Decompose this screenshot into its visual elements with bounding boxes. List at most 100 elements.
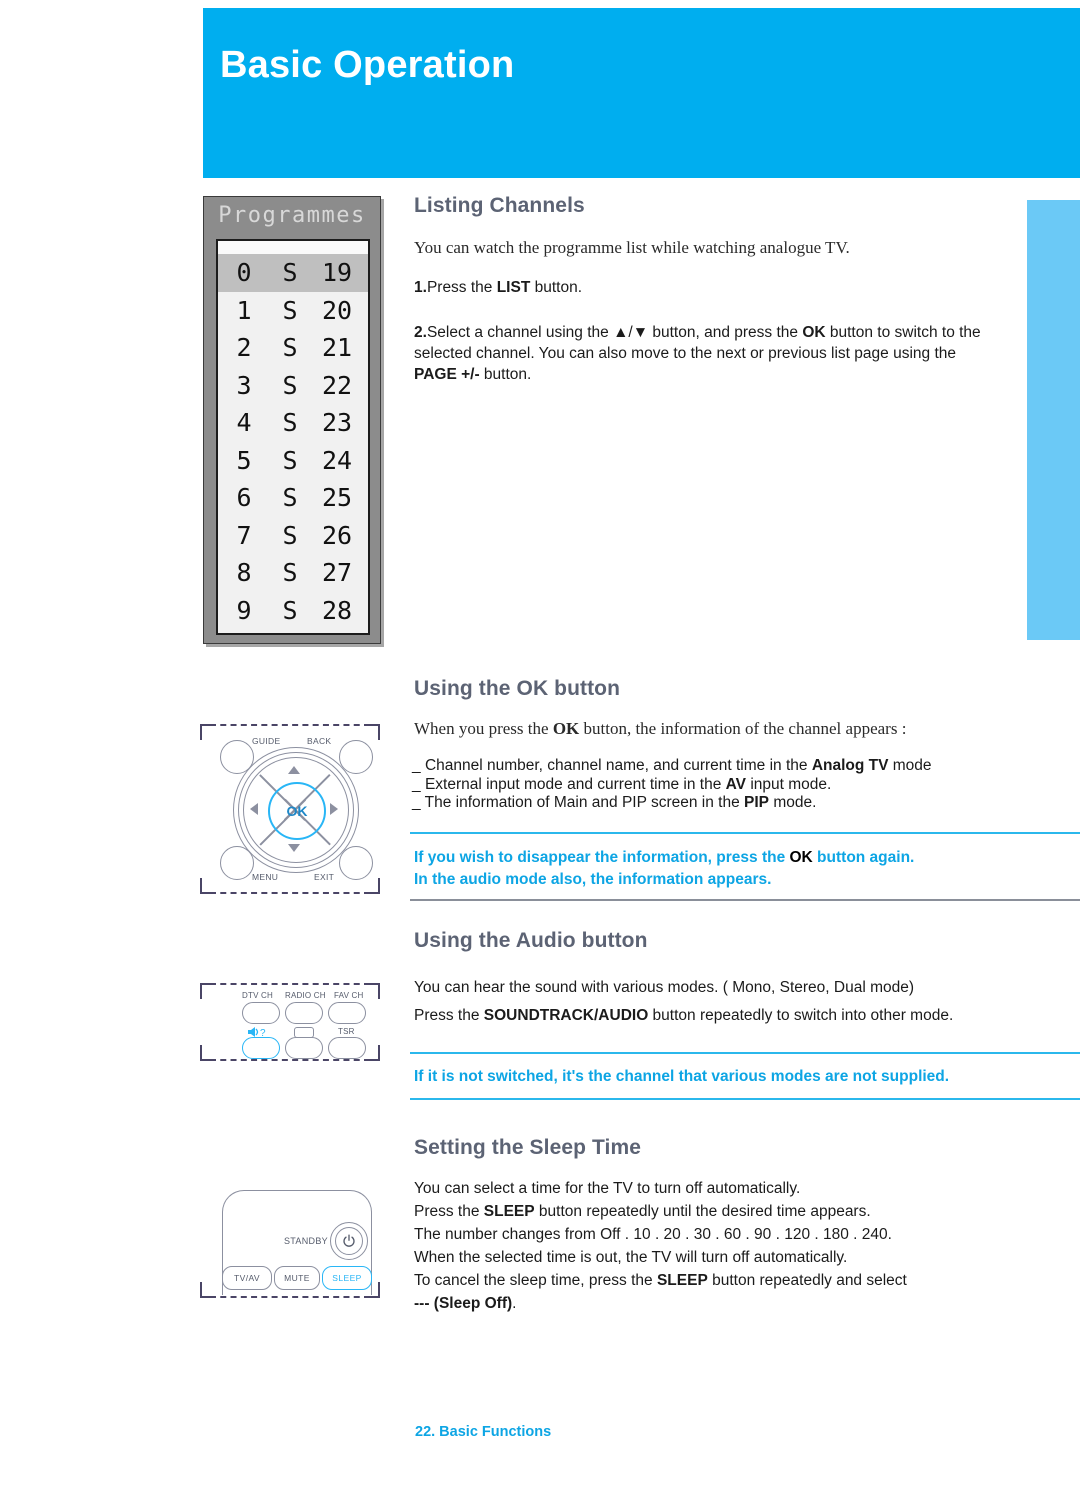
page-header-bar: [203, 8, 1080, 178]
programmes-list-item[interactable]: 3 S 22: [218, 367, 368, 405]
programme-channel: 22: [321, 370, 353, 400]
tsr-label: TSR: [338, 1027, 355, 1036]
ok-note-1b: button again.: [812, 849, 915, 866]
audio-note-divider-bottom: [410, 1098, 1080, 1100]
programme-channel: 24: [321, 445, 353, 475]
programme-type: S: [282, 558, 298, 588]
programmes-panel: Programmes 0 S 19 1 S 20 2 S 21 3 S 22 4…: [203, 196, 381, 644]
corner-bottom-left: [200, 878, 214, 894]
programme-number: 5: [236, 445, 252, 475]
programmes-list-item[interactable]: 6 S 25: [218, 479, 368, 517]
ok-bullet-text-a: Channel number, channel name, and curren…: [424, 757, 812, 774]
arrow-down-icon[interactable]: [288, 844, 300, 852]
corner-bottom-left: [200, 1045, 214, 1061]
radio-ch-button[interactable]: [285, 1002, 323, 1024]
fav-ch-label: FAV CH: [334, 991, 364, 1000]
back-label: BACK: [307, 736, 332, 746]
programme-type: S: [282, 445, 298, 475]
programmes-list-spacer: [218, 241, 368, 254]
audio-line2-key: SOUNDTRACK/AUDIO: [483, 1007, 649, 1024]
step-2-text-b: button, and press the: [648, 324, 803, 341]
corner-top-left: [200, 724, 214, 740]
exit-button[interactable]: [339, 846, 373, 880]
programme-type: S: [282, 370, 298, 400]
arrow-up-icon[interactable]: [288, 766, 300, 774]
programmes-list[interactable]: 0 S 19 1 S 20 2 S 21 3 S 22 4 S 23 5 S 2…: [216, 239, 370, 635]
ok-note-divider-bottom: [410, 899, 1080, 901]
step-1-text-a: Press the: [426, 279, 497, 296]
ok-button-note: If you wish to disappear the information…: [414, 847, 1074, 891]
ok-note-divider-top: [410, 832, 1080, 834]
ok-button[interactable]: OK: [268, 782, 326, 840]
mute-button[interactable]: MUTE: [274, 1266, 320, 1290]
speaker-question-icon: ?: [246, 1025, 274, 1039]
programme-type: S: [282, 408, 298, 438]
programmes-list-item[interactable]: 8 S 27: [218, 554, 368, 592]
step-2-number: 2.: [414, 324, 427, 341]
ok-bullet-text-a: External input mode and current time in …: [424, 775, 726, 793]
subtitle-button[interactable]: [285, 1037, 323, 1059]
navigation-pad: GUIDE BACK MENU EXIT OK: [218, 734, 373, 884]
programmes-list-item[interactable]: 7 S 26: [218, 517, 368, 555]
programme-channel: 25: [321, 483, 353, 513]
programme-channel: 20: [321, 295, 353, 325]
exit-label: EXIT: [314, 872, 335, 882]
audio-line2-b: button repeatedly to switch into other m…: [648, 1007, 954, 1024]
ok-bullet-bold: Analog TV: [811, 757, 889, 774]
ok-note-key: OK: [789, 849, 813, 866]
step-2-key-page: PAGE +/-: [414, 366, 480, 383]
dash-top: [210, 983, 370, 985]
bullet-dash-icon: _: [412, 775, 421, 793]
menu-label: MENU: [252, 872, 279, 882]
ok-button-heading: Using the OK button: [414, 677, 621, 700]
sleep-line5-a: To cancel the sleep time, press the: [414, 1272, 657, 1289]
audio-button[interactable]: [242, 1037, 280, 1059]
programme-type: S: [282, 258, 298, 288]
programmes-list-item[interactable]: 4 S 23: [218, 404, 368, 442]
audio-remote-diagram: DTV CH RADIO CH FAV CH ? TSR: [200, 983, 380, 1061]
sleep-line-6: --- (Sleep Off).: [414, 1295, 1034, 1313]
ok-bullet-bold: PIP: [744, 794, 770, 812]
audio-note: If it is not switched, it's the channel …: [414, 1068, 950, 1085]
bullet-dash-icon: _: [412, 757, 421, 774]
listing-channels-intro: You can watch the programme list while w…: [414, 238, 850, 257]
arrow-right-icon[interactable]: [330, 803, 338, 815]
corner-bottom-left: [200, 1282, 214, 1298]
programmes-list-item[interactable]: 1 S 20: [218, 292, 368, 330]
sleep-remote-diagram: STANDBY TV/AV MUTE SLEEP: [200, 1176, 380, 1298]
ok-note-line-2: In the audio mode also, the information …: [414, 871, 772, 888]
standby-button[interactable]: [330, 1222, 368, 1260]
programmes-list-item[interactable]: 2 S 21: [218, 329, 368, 367]
programmes-list-item[interactable]: 5 S 24: [218, 442, 368, 480]
fav-ch-button[interactable]: [328, 1002, 366, 1024]
corner-top-right: [366, 983, 380, 999]
tv-av-button[interactable]: TV/AV: [222, 1266, 272, 1290]
ok-intro-key: OK: [552, 719, 580, 738]
step-2-text-d: button.: [479, 366, 532, 383]
programme-type: S: [282, 520, 298, 550]
sleep-line-3: The number changes from Off . 10 . 20 . …: [414, 1226, 892, 1243]
dash-bottom: [210, 892, 370, 894]
step-1-number: 1.: [414, 279, 427, 296]
programme-type: S: [282, 333, 298, 363]
audio-line-2: Press the SOUNDTRACK/AUDIO button repeat…: [414, 1007, 1034, 1025]
programme-number: 9: [236, 595, 252, 625]
corner-bottom-right: [366, 1045, 380, 1061]
programmes-list-item[interactable]: 0 S 19: [218, 254, 368, 292]
programme-number: 1: [236, 295, 252, 325]
programme-type: S: [282, 295, 298, 325]
listing-channels-step-1: 1.Press the LIST button.: [414, 279, 1014, 297]
page-footer: 22. Basic Functions: [415, 1424, 552, 1440]
step-2-text-a: Select a channel using the: [426, 324, 614, 341]
programmes-list-item[interactable]: 9 S 28: [218, 592, 368, 630]
standby-label: STANDBY: [284, 1236, 328, 1246]
radio-ch-label: RADIO CH: [285, 991, 326, 1000]
arrow-left-icon[interactable]: [250, 803, 258, 815]
tsr-button[interactable]: [328, 1037, 366, 1059]
sleep-line5-key: SLEEP: [656, 1272, 708, 1289]
ok-remote-diagram: GUIDE BACK MENU EXIT OK: [200, 724, 380, 894]
programme-channel: 21: [321, 333, 353, 363]
dtv-ch-button[interactable]: [242, 1002, 280, 1024]
sleep-line6-tail: .: [512, 1295, 517, 1312]
sleep-button[interactable]: SLEEP: [322, 1266, 372, 1290]
